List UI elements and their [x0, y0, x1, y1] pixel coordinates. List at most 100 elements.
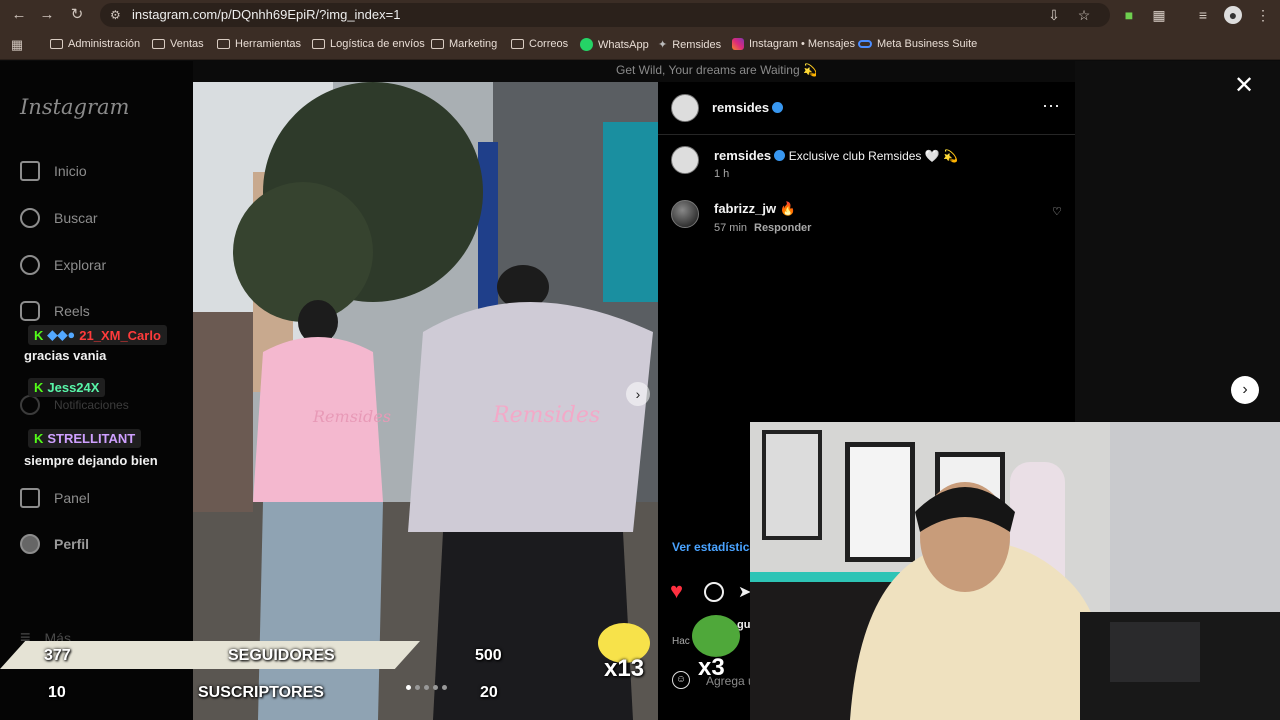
address-bar[interactable]: ⚙ instagram.com/p/DQnhh69EpiR/?img_index…	[100, 3, 1110, 27]
home-icon	[20, 161, 40, 181]
compass-icon	[20, 255, 40, 275]
menu-kebab-icon[interactable]: ⋮	[1254, 6, 1272, 24]
sidebar-item-panel[interactable]: Panel	[20, 488, 90, 508]
verified-badge-icon	[774, 150, 786, 161]
carousel-next-icon[interactable]: ›	[626, 382, 650, 406]
carousel-dot	[433, 685, 438, 690]
comment-time[interactable]: 57 min	[714, 222, 747, 234]
close-modal-icon[interactable]: ✕	[1234, 74, 1254, 98]
bookmark-remsides[interactable]: ✦ Remsides	[658, 38, 721, 52]
reply-button[interactable]: Responder	[754, 222, 811, 234]
dimmed-feed-area	[1075, 61, 1280, 421]
subs-current: 10	[48, 684, 66, 701]
meta-icon	[858, 40, 872, 48]
background-caption: Get Wild, Your dreams are Waiting 💫	[616, 63, 816, 77]
comment-icon[interactable]	[704, 582, 724, 602]
comment-like-icon[interactable]: ♡	[1052, 205, 1062, 218]
chat-user-badge: K ◆◆● 21_XM_Carlo	[28, 325, 167, 345]
chat-user-badge: K STRELLITANT	[28, 429, 142, 448]
forward-icon[interactable]: →	[38, 6, 56, 24]
search-icon	[20, 208, 40, 228]
bookmark-meta-business[interactable]: Meta Business Suite	[858, 38, 977, 50]
bookmark-correos[interactable]: Correos	[511, 38, 568, 50]
sidebar-item-inicio[interactable]: Inicio	[20, 161, 87, 181]
webcam-image	[750, 422, 1280, 720]
emote2-count: x3	[698, 654, 725, 681]
sidebar-item-notificaciones[interactable]: Notificaciones	[20, 395, 129, 415]
bookmark-logistica[interactable]: Logística de envíos	[312, 38, 425, 50]
post-photo[interactable]: Remsides Remsides ›	[193, 82, 658, 720]
commenter-avatar[interactable]	[671, 200, 699, 228]
verified-badge-icon	[772, 102, 784, 113]
install-app-icon[interactable]: ⇩	[1045, 6, 1063, 24]
sidebar-item-reels[interactable]: Reels	[20, 301, 90, 321]
bookmark-star-icon[interactable]: ☆	[1075, 6, 1093, 24]
bookmark-herramientas[interactable]: Herramientas	[217, 38, 301, 50]
divider	[658, 134, 1075, 135]
bookmarks-bar: ▦ Administración Ventas Herramientas Log…	[0, 30, 1280, 60]
emoji-icon[interactable]: ☺	[672, 671, 690, 689]
more-options-icon[interactable]: ⋯	[1042, 96, 1061, 117]
chat-message: gracias vania	[24, 348, 107, 363]
caption-avatar[interactable]	[671, 146, 699, 174]
remsides-icon: ✦	[658, 39, 668, 51]
extension-icon[interactable]: ■	[1120, 6, 1138, 24]
reload-icon[interactable]: ↻	[68, 6, 86, 24]
caption-time[interactable]: 1 h	[714, 168, 729, 180]
badge-icons: ◆◆●	[47, 327, 76, 342]
next-post-icon[interactable]: ›	[1231, 376, 1259, 404]
like-icon[interactable]: ♥	[670, 580, 683, 602]
folder-icon	[312, 39, 325, 49]
browser-toolbar: ← → ↻ ⚙ instagram.com/p/DQnhh69EpiR/?img…	[0, 0, 1280, 30]
post-author[interactable]: remsides	[712, 100, 784, 115]
folder-icon	[152, 39, 165, 49]
chat-message: siempre dejando bien	[24, 453, 158, 468]
author-avatar[interactable]	[671, 94, 699, 122]
kick-icon: K	[34, 431, 44, 446]
chat-user-badge: K Jess24X	[28, 378, 106, 397]
reading-list-icon[interactable]: ≡	[1194, 6, 1212, 24]
url-text: instagram.com/p/DQnhh69EpiR/?img_index=1	[132, 7, 401, 22]
carousel-dot	[415, 685, 420, 690]
heart-icon	[20, 395, 40, 415]
carousel-dot	[442, 685, 447, 690]
bookmark-administracion[interactable]: Administración	[50, 38, 140, 50]
kick-icon: K	[34, 327, 44, 343]
folder-icon	[217, 39, 230, 49]
svg-text:Remsides: Remsides	[312, 407, 391, 426]
whatsapp-icon	[580, 38, 593, 51]
emote-frog-icon	[692, 615, 740, 657]
folder-icon	[511, 39, 524, 49]
reels-icon	[20, 301, 40, 321]
followers-label: SEGUIDORES	[228, 647, 335, 664]
carousel-dots	[406, 685, 447, 690]
caption-row: remsides Exclusive club Remsides 🤍 💫	[714, 148, 958, 163]
folder-icon	[50, 39, 63, 49]
profile-avatar-icon[interactable]: ●	[1224, 6, 1242, 24]
sidebar-item-explorar[interactable]: Explorar	[20, 255, 106, 275]
dashboard-icon	[20, 488, 40, 508]
carousel-dot-active	[406, 685, 411, 690]
instagram-logo[interactable]: Instagram	[20, 95, 129, 119]
bookmark-instagram-mensajes[interactable]: Instagram • Mensajes	[732, 38, 855, 50]
street-photo: Remsides Remsides	[193, 82, 658, 720]
followers-goal: 500	[475, 647, 502, 664]
caption-text: Exclusive club Remsides 🤍 💫	[788, 149, 958, 163]
bookmark-ventas[interactable]: Ventas	[152, 38, 204, 50]
svg-text:Remsides: Remsides	[492, 403, 600, 428]
subs-goal: 20	[480, 684, 498, 701]
comment-row: fabrizz_jw 🔥	[714, 201, 796, 216]
site-settings-icon[interactable]: ⚙	[110, 8, 124, 22]
kick-icon: K	[34, 380, 44, 395]
back-icon[interactable]: ←	[10, 6, 28, 24]
instagram-icon	[732, 38, 744, 50]
apps-grid-icon[interactable]: ▦	[8, 36, 26, 54]
sidebar-item-perfil[interactable]: Perfil	[20, 534, 89, 554]
bookmark-marketing[interactable]: Marketing	[431, 38, 497, 50]
webcam-feed	[750, 422, 1280, 720]
extensions-puzzle-icon[interactable]: ▦	[1150, 6, 1168, 24]
bookmark-whatsapp[interactable]: WhatsApp	[580, 38, 649, 51]
folder-icon	[431, 39, 444, 49]
sidebar-item-buscar[interactable]: Buscar	[20, 208, 98, 228]
post-date: Hac	[672, 636, 690, 647]
